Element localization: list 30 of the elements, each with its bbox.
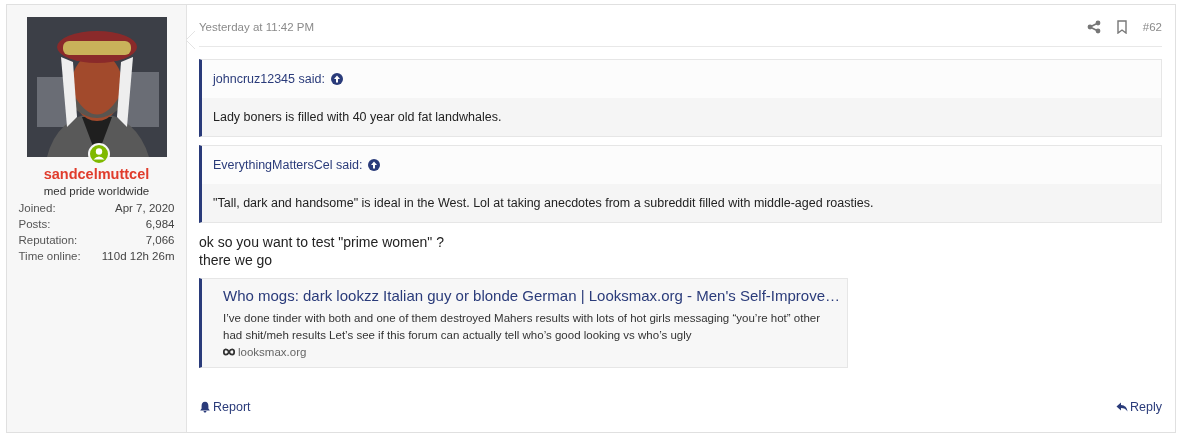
- quote-author-link[interactable]: EverythingMattersCel said:: [213, 158, 363, 172]
- infinity-icon: [223, 348, 235, 356]
- stat-label: Joined:: [18, 201, 57, 216]
- link-preview-site: looksmax.org: [238, 346, 307, 358]
- reply-link[interactable]: Reply: [1116, 400, 1162, 414]
- stat-label: Reputation:: [18, 233, 79, 248]
- arrow-up-icon[interactable]: [330, 73, 343, 85]
- quote-author-link[interactable]: johncruz12345 said:: [213, 72, 325, 86]
- post-number-link[interactable]: #62: [1142, 20, 1162, 33]
- stat-label: Posts:: [18, 217, 52, 232]
- post-time[interactable]: Yesterday at 11:42 PM: [199, 20, 315, 33]
- link-preview-description: I’ve done tinder with both and one of them destroyed Mahers results with lots of hot girls messaging “you’re hot” other had shit/meh results Let’s see if this forum can actually tell who’s good looking vs who’s ugly: [223, 311, 822, 343]
- stat-value: 6,984: [144, 217, 175, 232]
- reply-icon: [1116, 401, 1129, 413]
- arrow-up-icon[interactable]: [368, 159, 381, 171]
- link-preview-title[interactable]: Who mogs: dark lookzz Italian guy or blonde German | Looksmax.org - Men's Self-Improve…: [223, 287, 840, 304]
- post-text: there we go: [199, 251, 274, 269]
- post-text: ok so you want to test "prime women" ?: [199, 233, 445, 251]
- quote-text: Lady boners is filled with 40 year old fat landwhales.: [202, 98, 1161, 136]
- share-icon[interactable]: [1086, 19, 1101, 34]
- bell-icon: [199, 401, 211, 413]
- user-title: med pride worldwide: [43, 185, 150, 197]
- quote-text: "Tall, dark and handsome" is ideal in the West. Lol at taking anecdotes from a subreddit filled with middle-aged roasties.: [202, 184, 1161, 222]
- stat-label: Time online:: [18, 249, 81, 264]
- bookmark-icon[interactable]: [1114, 19, 1129, 34]
- stat-value: Apr 7, 2020: [114, 201, 175, 216]
- username[interactable]: sandcelmuttcel: [43, 166, 150, 182]
- stat-value: 110d 12h 26m: [100, 249, 175, 264]
- stat-value: 7,066: [144, 233, 175, 248]
- report-link[interactable]: Report: [199, 400, 251, 414]
